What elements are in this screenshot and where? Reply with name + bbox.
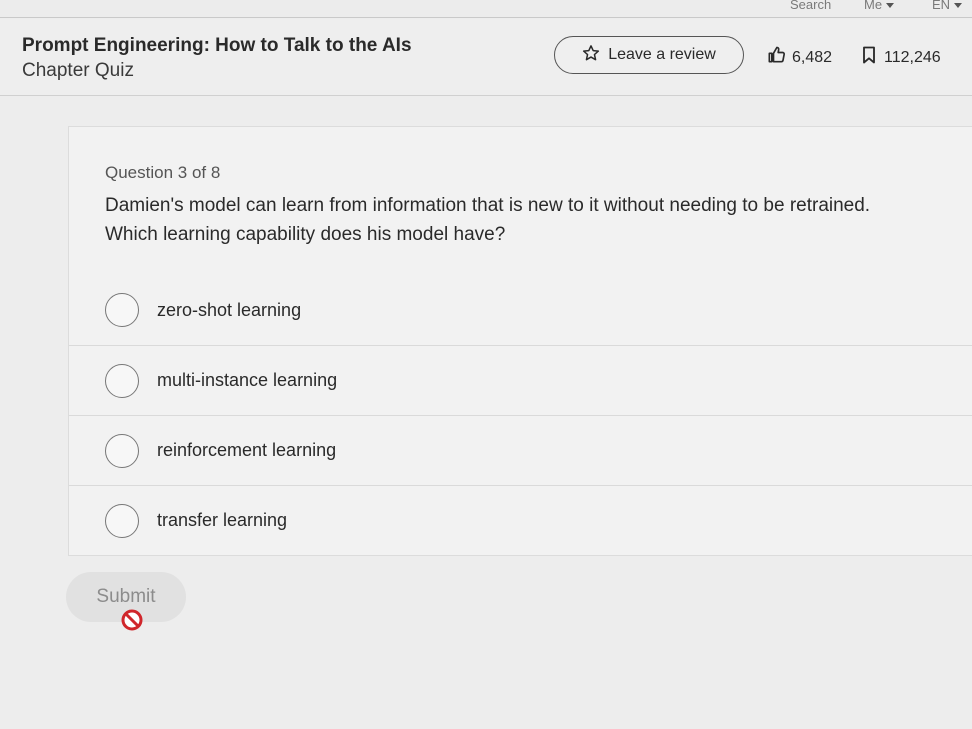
answer-option[interactable]: transfer learning [69, 485, 972, 555]
course-title: Prompt Engineering: How to Talk to the A… [22, 35, 412, 56]
likes-count: 6,482 [792, 48, 833, 66]
leave-review-label: Leave a review [608, 46, 716, 63]
saves-stat[interactable]: 112,246 [860, 45, 941, 70]
option-label: transfer learning [157, 510, 288, 530]
radio-button[interactable] [105, 363, 139, 398]
language-menu[interactable]: EN [932, 0, 963, 12]
course-header: Prompt Engineering: How to Talk to the A… [0, 19, 972, 96]
leave-review-button[interactable]: Leave a review [554, 36, 744, 74]
question-line-2: Which learning capability does his model… [105, 224, 506, 245]
question-line-1: Damien's model can learn from informatio… [105, 195, 871, 216]
option-label: multi-instance learning [157, 370, 338, 390]
saves-count: 112,246 [884, 48, 941, 66]
chevron-down-icon [886, 3, 895, 9]
me-menu[interactable]: Me [864, 0, 895, 12]
radio-button[interactable] [105, 293, 139, 327]
radio-button[interactable] [105, 503, 139, 538]
thumbs-up-icon [766, 45, 786, 70]
answer-option[interactable]: reinforcement learning [69, 415, 972, 485]
language-label: EN [932, 0, 951, 12]
page-subtitle: Chapter Quiz [22, 60, 134, 81]
option-label: reinforcement learning [157, 440, 337, 460]
not-allowed-cursor-icon [120, 608, 144, 632]
likes-stat[interactable]: 6,482 [766, 45, 832, 70]
question-text: Damien's model can learn from informatio… [105, 191, 972, 249]
option-label: zero-shot learning [157, 299, 302, 320]
me-label: Me [864, 0, 883, 12]
question-counter: Question 3 of 8 [105, 163, 221, 182]
search-link[interactable]: Search [790, 0, 831, 12]
answer-option[interactable]: zero-shot learning [69, 275, 972, 345]
radio-button[interactable] [105, 433, 139, 468]
bookmark-icon [860, 45, 878, 70]
answer-option[interactable]: multi-instance learning [69, 345, 972, 415]
quiz-card: Question 3 of 8 Damien's model can learn… [68, 126, 972, 556]
top-utility-bar: Search Me EN [0, 0, 972, 18]
chevron-down-icon [954, 3, 963, 9]
star-icon [582, 44, 600, 67]
